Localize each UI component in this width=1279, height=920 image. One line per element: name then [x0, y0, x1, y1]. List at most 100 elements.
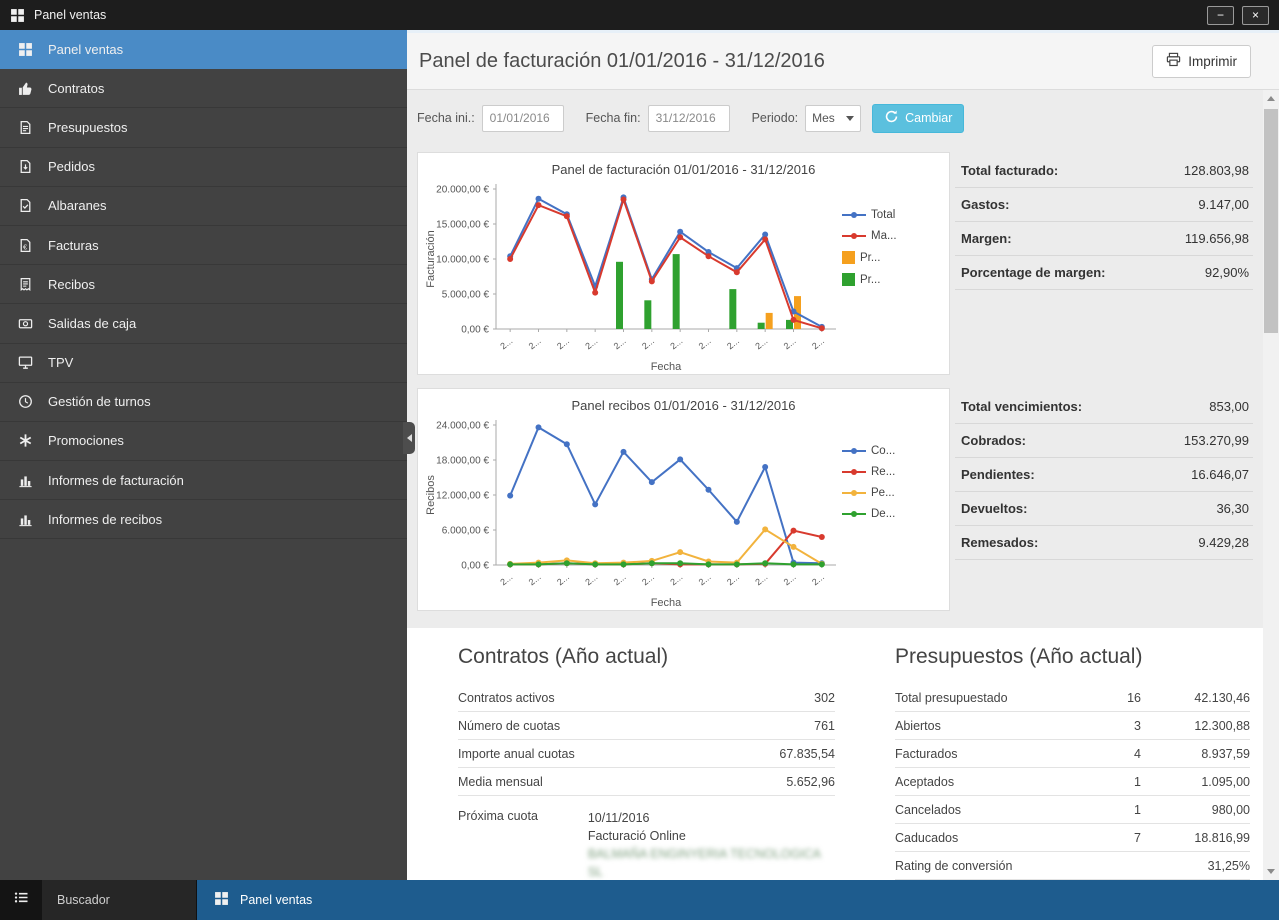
recibos-stats: Total vencimientos: 853,00 Cobrados: 153…: [955, 390, 1253, 560]
cambiar-button[interactable]: Cambiar: [872, 104, 964, 133]
informes-de-facturacion-icon: [17, 472, 33, 488]
stat-value: 92,90%: [1205, 265, 1249, 280]
sidebar-item-facturas[interactable]: € Facturas: [0, 226, 407, 265]
facturas-icon: €: [17, 237, 33, 253]
stat-label: Remesados:: [961, 535, 1038, 550]
sidebar-item-label: TPV: [48, 355, 73, 370]
row-count: 1: [1085, 803, 1145, 817]
svg-text:6.000,00 €: 6.000,00 €: [442, 526, 490, 537]
presupuestos-icon: [17, 119, 33, 135]
stat-value: 9.429,28: [1198, 535, 1249, 550]
stat-row: Devueltos: 36,30: [955, 492, 1253, 526]
row-label: Cancelados: [895, 803, 1085, 817]
legend-swatch: [842, 251, 855, 264]
stat-row: Total facturado: 128.803,98: [955, 154, 1253, 188]
legend-label: Pr...: [860, 274, 880, 286]
recibos-chart-title: Panel recibos 01/01/2016 - 31/12/2016: [422, 394, 945, 415]
sidebar-item-label: Informes de recibos: [48, 512, 162, 527]
sidebar-item-panel-ventas[interactable]: Panel ventas: [0, 30, 407, 69]
window-title: Panel ventas: [34, 8, 106, 22]
facturacion-chart-legend: TotalMa...Pr...Pr...: [842, 209, 935, 380]
sidebar-item-albaranes[interactable]: Albaranes: [0, 187, 407, 226]
scrollbar-thumb[interactable]: [1264, 109, 1278, 333]
taskbar-item-panel-ventas[interactable]: Panel ventas: [197, 880, 1279, 920]
sidebar-item-label: Recibos: [48, 277, 95, 292]
facturacion-chart: FacturaciónFecha20.000,00 €15.000,00 €10…: [422, 179, 842, 380]
svg-text:Fecha: Fecha: [651, 361, 682, 373]
svg-text:24.000,00 €: 24.000,00 €: [436, 421, 489, 432]
fecha-ini-input[interactable]: [482, 105, 564, 132]
stat-value: 9.147,00: [1198, 197, 1249, 212]
svg-text:2...: 2...: [753, 336, 769, 352]
table-row: Aceptados 1 1.095,00: [895, 768, 1250, 796]
sidebar-item-contratos[interactable]: Contratos: [0, 69, 407, 108]
legend-item-ma: Ma...: [842, 230, 935, 242]
vertical-scrollbar[interactable]: [1263, 90, 1279, 880]
sidebar-item-label: Pedidos: [48, 159, 95, 174]
sidebar-item-gestion-de-turnos[interactable]: Gestión de turnos: [0, 383, 407, 422]
row-value: 761: [685, 719, 835, 733]
chevron-down-icon: [846, 116, 854, 121]
stat-label: Pendientes:: [961, 467, 1035, 482]
sidebar-item-recibos[interactable]: Recibos: [0, 265, 407, 304]
stat-value: 153.270,99: [1184, 433, 1249, 448]
sidebar-item-salidas-de-caja[interactable]: Salidas de caja: [0, 304, 407, 343]
svg-text:2...: 2...: [498, 572, 514, 588]
table-row: Importe anual cuotas 67.835,54: [458, 740, 835, 768]
sidebar-collapse-handle[interactable]: [403, 422, 415, 454]
sidebar-item-promociones[interactable]: Promociones: [0, 422, 407, 461]
fecha-fin-input[interactable]: [648, 105, 730, 132]
row-value: 18.816,99: [1145, 831, 1250, 845]
svg-text:2...: 2...: [640, 572, 656, 588]
table-row: Cancelados 1 980,00: [895, 796, 1250, 824]
legend-item-pr: Pr...: [842, 273, 935, 286]
svg-text:20.000,00 €: 20.000,00 €: [436, 185, 489, 196]
svg-text:2...: 2...: [782, 336, 798, 352]
legend-label: Re...: [871, 466, 895, 478]
minimize-button[interactable]: −: [1207, 6, 1234, 25]
sidebar-item-label: Presupuestos: [48, 120, 128, 135]
sidebar-item-informes-de-facturacion[interactable]: Informes de facturación: [0, 461, 407, 500]
sidebar-item-label: Albaranes: [48, 198, 107, 213]
legend-line-marker: [842, 231, 866, 241]
svg-text:2...: 2...: [527, 336, 543, 352]
stat-value: 128.803,98: [1184, 163, 1249, 178]
row-label: Facturados: [895, 747, 1085, 761]
row-label: Abiertos: [895, 719, 1085, 733]
arrow-down-icon: [1267, 869, 1275, 874]
sidebar-item-label: Promociones: [48, 433, 124, 448]
svg-text:2...: 2...: [498, 336, 514, 352]
table-row: Abiertos 3 12.300,88: [895, 712, 1250, 740]
svg-text:10.000,00 €: 10.000,00 €: [436, 255, 489, 266]
legend-item-re: Re...: [842, 466, 935, 478]
legend-label: De...: [871, 508, 895, 520]
row-value: 302: [685, 691, 835, 705]
close-button[interactable]: ×: [1242, 6, 1269, 25]
svg-text:€: €: [23, 242, 28, 251]
taskbar-item-buscador[interactable]: Buscador: [42, 880, 197, 920]
sidebar-item-informes-de-recibos[interactable]: Informes de recibos: [0, 500, 407, 539]
sidebar-item-label: Panel ventas: [48, 42, 123, 57]
svg-text:2...: 2...: [612, 572, 628, 588]
periodo-select[interactable]: Mes: [805, 105, 861, 132]
stat-label: Total vencimientos:: [961, 399, 1082, 414]
grid-icon: [214, 891, 229, 909]
taskbar-menu-button[interactable]: [0, 880, 42, 920]
scroll-down-button[interactable]: [1263, 863, 1279, 880]
sidebar-item-presupuestos[interactable]: Presupuestos: [0, 108, 407, 147]
svg-text:2...: 2...: [583, 336, 599, 352]
proxima-cuota-date: 10/11/2016: [588, 809, 835, 827]
stat-value: 853,00: [1209, 399, 1249, 414]
stat-row: Pendientes: 16.646,07: [955, 458, 1253, 492]
app-grid-icon: [0, 8, 34, 23]
print-button[interactable]: Imprimir: [1152, 45, 1251, 78]
legend-label: Ma...: [871, 230, 897, 242]
svg-text:2...: 2...: [782, 572, 798, 588]
scroll-up-button[interactable]: [1263, 90, 1279, 107]
sidebar-item-pedidos[interactable]: Pedidos: [0, 148, 407, 187]
recibos-chart-legend: Co...Re...Pe...De...: [842, 445, 935, 616]
stat-label: Cobrados:: [961, 433, 1026, 448]
facturacion-chart-panel: Panel de facturación 01/01/2016 - 31/12/…: [417, 152, 950, 375]
svg-text:2...: 2...: [668, 336, 684, 352]
sidebar-item-tpv[interactable]: TPV: [0, 344, 407, 383]
